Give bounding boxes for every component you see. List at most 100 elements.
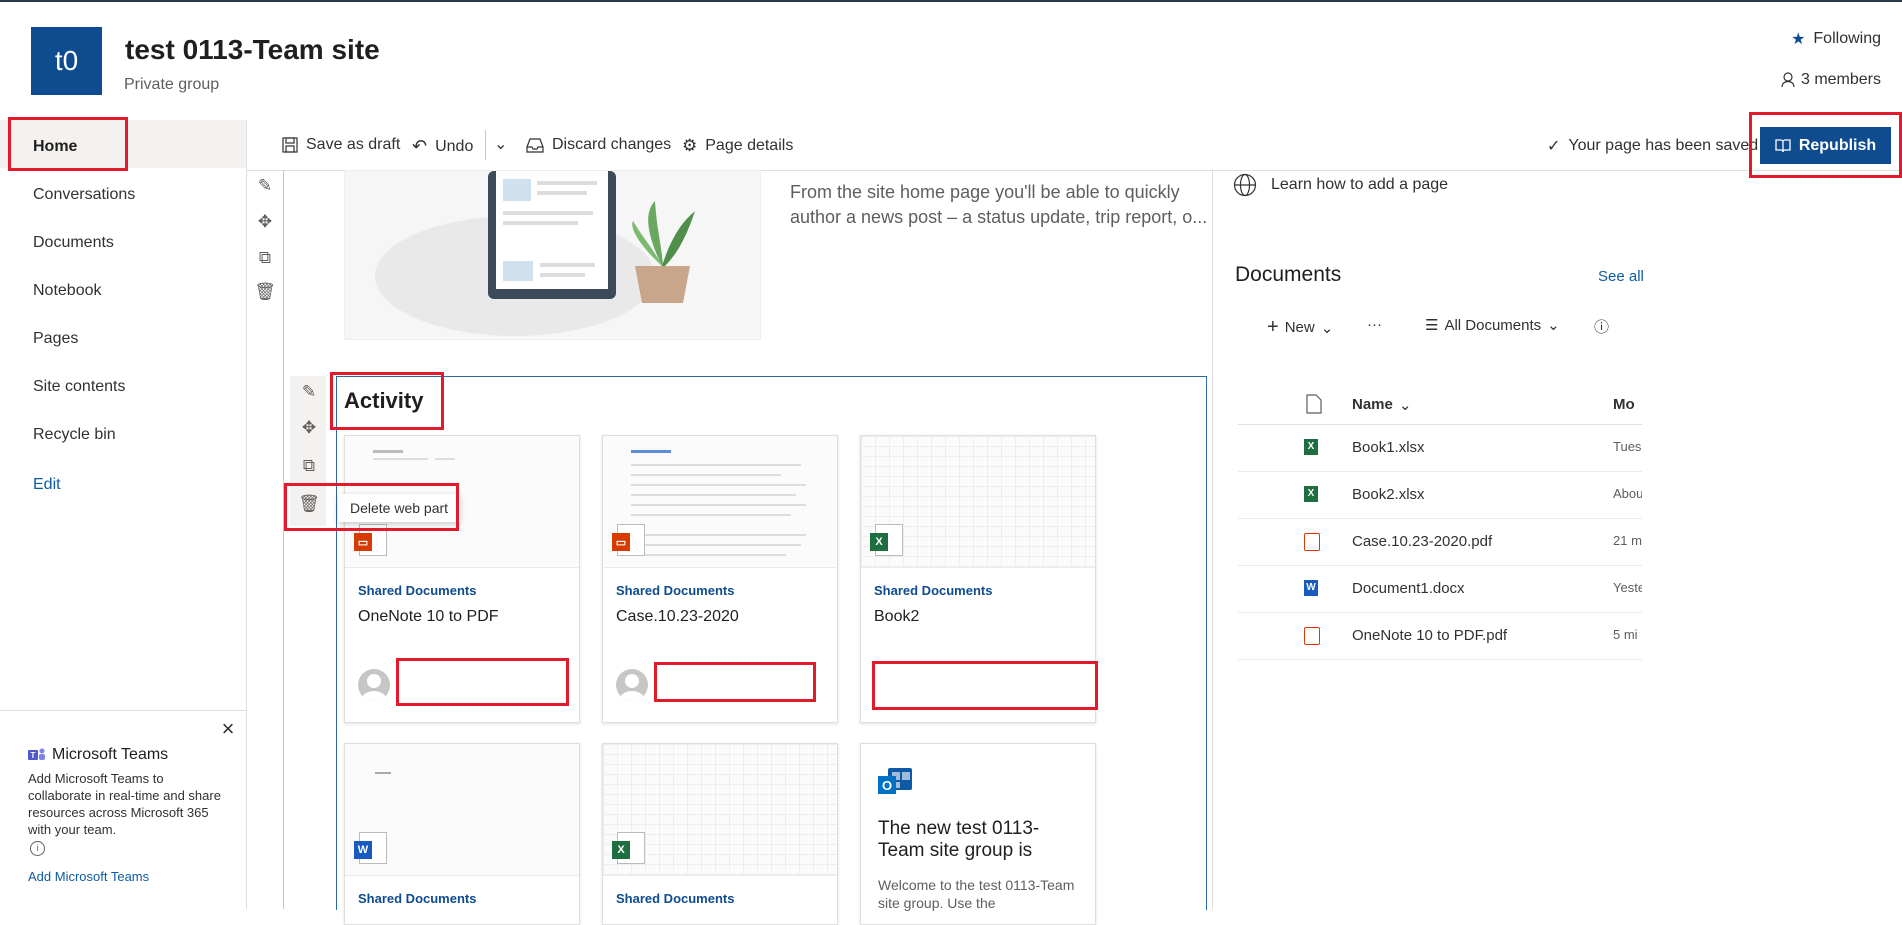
card-title: OneNote 10 to PDF (358, 608, 499, 625)
plus-icon: + (1267, 316, 1279, 338)
outlook-group-icon: O (878, 766, 914, 803)
edit-section-icon[interactable]: ✎ (254, 175, 276, 197)
save-icon (282, 137, 298, 153)
site-logo[interactable]: t0 (31, 27, 102, 95)
undo-button[interactable]: ↶ Undo (412, 136, 473, 157)
nav-item-conversations[interactable]: Conversations (33, 186, 135, 204)
activity-card[interactable]: X Shared Documents (602, 743, 838, 925)
see-all-link[interactable]: See all (1598, 268, 1644, 285)
card-thumbnail: ▭ (603, 436, 837, 568)
section-rail (283, 170, 284, 909)
document-name[interactable]: Document1.docx (1352, 580, 1465, 597)
document-name[interactable]: Case.10.23-2020.pdf (1352, 533, 1492, 550)
card-author (658, 668, 823, 708)
documents-webpart-title: Documents (1235, 263, 1342, 286)
edit-webpart-icon[interactable]: ✎ (298, 381, 320, 403)
nav-divider (246, 120, 247, 909)
document-modified: 21 m (1613, 533, 1642, 548)
delete-webpart-tooltip: Delete web part (338, 494, 461, 522)
move-webpart-icon[interactable]: ✥ (298, 417, 320, 439)
delete-webpart-icon[interactable]: 🗑 (298, 493, 320, 515)
column-divider (1212, 170, 1213, 909)
news-description: From the site home page you'll be able t… (790, 182, 1208, 227)
documents-table-header: Name ⌄ Mo (1238, 388, 1642, 425)
add-teams-link[interactable]: Add Microsoft Teams (28, 869, 149, 884)
nav-item-documents[interactable]: Documents (33, 234, 114, 252)
nav-item-pages[interactable]: Pages (33, 330, 78, 348)
checkmark-icon: ✓ (1547, 138, 1561, 155)
more-commands-button[interactable]: ··· (1367, 316, 1382, 333)
teams-promo-panel: × T Microsoft Teams Add Microsoft Teams … (0, 710, 246, 910)
document-row[interactable]: OneNote 10 to PDF.pdf 5 mi (1238, 613, 1642, 660)
close-icon[interactable]: × (218, 718, 238, 740)
teams-promo-title: T Microsoft Teams (28, 746, 168, 764)
nav-item-site-contents[interactable]: Site contents (33, 378, 126, 396)
document-row[interactable]: X Book1.xlsx Tues (1238, 425, 1642, 472)
info-icon[interactable]: i (30, 841, 45, 856)
card-thumbnail: X (861, 436, 1095, 568)
republish-label: Republish (1798, 136, 1877, 154)
move-section-icon[interactable]: ✥ (254, 211, 276, 233)
chevron-down-icon: ⌄ (1547, 317, 1560, 334)
document-row[interactable]: W Document1.docx Yeste (1238, 566, 1642, 613)
activity-card[interactable]: ▭ Shared Documents OneNote 10 to PDF (344, 435, 580, 723)
follow-label: Following (1813, 30, 1881, 47)
new-document-button[interactable]: + New ⌄ (1267, 316, 1333, 339)
globe-icon (1233, 173, 1257, 197)
save-status-text: Your page has been saved (1568, 137, 1759, 154)
nav-edit-link[interactable]: Edit (33, 476, 61, 494)
file-type-icon[interactable] (1306, 394, 1322, 414)
document-name[interactable]: Book1.xlsx (1352, 439, 1425, 456)
activity-card[interactable]: ▭ Shared Documents Case.10.23-2020 (602, 435, 838, 723)
pdf-file-icon: ▭ (612, 524, 645, 556)
word-file-icon: W (1304, 578, 1322, 598)
learn-add-page-link[interactable]: Learn how to add a page (1233, 173, 1448, 197)
page-details-button[interactable]: ⚙ Page details (682, 136, 793, 156)
document-row[interactable]: X Book2.xlsx Abou (1238, 472, 1642, 519)
follow-button[interactable]: ★ Following (1791, 29, 1881, 49)
duplicate-webpart-icon[interactable]: ⧉ (298, 455, 320, 477)
republish-button[interactable]: Republish (1760, 127, 1891, 164)
site-logo-text: t0 (54, 45, 79, 76)
excel-file-icon: X (1304, 484, 1322, 504)
save-draft-button[interactable]: Save as draft (282, 136, 400, 154)
discard-changes-button[interactable]: Discard changes (526, 136, 671, 154)
card-title: The new test 0113-Team site group is (878, 818, 1040, 861)
card-title: Case.10.23-2020 (616, 608, 739, 625)
activity-card[interactable]: W Shared Documents (344, 743, 580, 925)
card-library-label: Shared Documents (874, 583, 993, 598)
modified-column-header[interactable]: Mo (1613, 396, 1635, 413)
view-label: All Documents (1444, 316, 1542, 334)
excel-file-icon: X (612, 832, 645, 864)
activity-card[interactable]: O The new test 0113-Team site group is W… (860, 743, 1096, 925)
duplicate-section-icon[interactable]: ⧉ (254, 247, 276, 269)
view-selector[interactable]: ☰ All Documents ⌄ (1425, 316, 1560, 335)
activity-card[interactable]: X Shared Documents Book2 (860, 435, 1096, 723)
document-name[interactable]: OneNote 10 to PDF.pdf (1352, 627, 1507, 644)
document-modified: Yeste (1613, 580, 1642, 595)
undo-dropdown-chevron-icon[interactable]: ⌄ (494, 134, 507, 154)
teams-promo-description: Add Microsoft Teams to collaborate in re… (28, 771, 221, 837)
site-title[interactable]: test 0113-Team site (125, 34, 380, 66)
list-view-icon: ☰ (1425, 317, 1439, 334)
card-description: Welcome to the test 0113-Team site group… (878, 877, 1075, 911)
document-modified: Abou (1613, 486, 1642, 501)
book-icon (1775, 138, 1791, 152)
site-privacy-label: Private group (124, 76, 220, 93)
person-icon (1781, 72, 1795, 88)
nav-item-home[interactable]: Home (33, 138, 77, 156)
document-row[interactable]: Case.10.23-2020.pdf 21 m (1238, 519, 1642, 566)
document-name[interactable]: Book2.xlsx (1352, 486, 1425, 503)
name-column-header[interactable]: Name ⌄ (1352, 396, 1411, 414)
discard-label: Discard changes (552, 136, 672, 153)
members-button[interactable]: 3 members (1781, 71, 1881, 89)
undo-label: Undo (435, 137, 474, 155)
card-thumbnail: X (603, 744, 837, 876)
top-border (0, 0, 1902, 2)
avatar (358, 669, 390, 701)
members-label: 3 members (1800, 71, 1881, 88)
nav-item-recycle-bin[interactable]: Recycle bin (33, 426, 116, 444)
delete-section-icon[interactable]: 🗑 (254, 281, 276, 303)
nav-item-notebook[interactable]: Notebook (33, 282, 102, 300)
info-icon[interactable]: ⓘ (1594, 316, 1609, 337)
